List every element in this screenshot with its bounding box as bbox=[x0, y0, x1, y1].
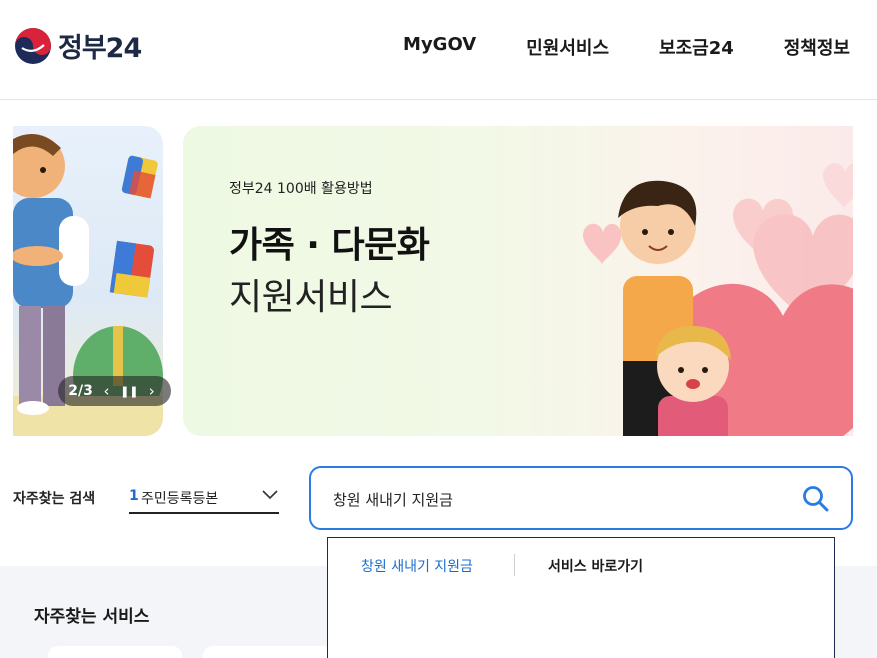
search-input[interactable] bbox=[333, 484, 773, 514]
pause-icon[interactable]: ❚❚ bbox=[120, 385, 138, 398]
search-box bbox=[309, 466, 853, 530]
nav-item-subsidy24[interactable]: 보조금24 bbox=[659, 34, 734, 60]
family-hearts-illustration bbox=[583, 163, 853, 436]
prev-slide-chevron-icon[interactable]: ‹ bbox=[98, 382, 116, 400]
banner-title: 가족 · 다문화 bbox=[229, 225, 430, 266]
service-tile[interactable] bbox=[203, 646, 337, 658]
frequent-search-select[interactable]: 1 주민등록등본 bbox=[129, 484, 279, 514]
frequent-search-label: 자주찾는 검색 bbox=[13, 491, 96, 507]
taegeuk-emblem-icon bbox=[15, 27, 51, 64]
frequent-search-rank: 1 bbox=[129, 488, 139, 504]
banner-subtitle: 지원서비스 bbox=[229, 277, 393, 318]
main-banner-slide[interactable]: 정부24 100배 활용방법 가족 · 다문화 지원서비스 bbox=[183, 126, 853, 436]
nav-item-civil-services[interactable]: 민원서비스 bbox=[526, 34, 609, 60]
autocomplete-suggestion[interactable]: 창원 새내기 지원금 bbox=[361, 556, 473, 576]
slide-counter: 2/3 bbox=[68, 383, 93, 399]
site-header: 정부24 MyGOV 민원서비스 보조금24 정책정보 bbox=[0, 0, 877, 100]
page: 정부24 MyGOV 민원서비스 보조금24 정책정보 정부24 100배 활용… bbox=[0, 0, 877, 658]
chevron-down-icon bbox=[262, 490, 278, 500]
search-autocomplete-dropdown: 창원 새내기 지원금 서비스 바로가기 bbox=[327, 537, 835, 658]
logo-text: 정부24 bbox=[58, 33, 142, 64]
dropdown-divider bbox=[514, 554, 515, 576]
service-shortcut-link[interactable]: 서비스 바로가기 bbox=[548, 556, 643, 576]
frequent-services-title: 자주찾는 서비스 bbox=[34, 607, 150, 627]
next-slide-chevron-icon[interactable]: › bbox=[143, 382, 161, 400]
gov24-logo[interactable]: 정부24 bbox=[14, 26, 142, 65]
nav-item-policy-info[interactable]: 정책정보 bbox=[784, 34, 850, 60]
service-tile[interactable] bbox=[48, 646, 182, 658]
frequent-search-term: 주민등록등본 bbox=[141, 491, 219, 507]
search-icon[interactable] bbox=[801, 484, 831, 514]
slider-controls: 2/3 ‹ ❚❚ › bbox=[58, 376, 171, 406]
banner-eyebrow: 정부24 100배 활용방법 bbox=[229, 181, 373, 197]
nav-item-mygov[interactable]: MyGOV bbox=[403, 34, 476, 60]
main-nav: MyGOV 민원서비스 보조금24 정책정보 bbox=[403, 34, 850, 60]
